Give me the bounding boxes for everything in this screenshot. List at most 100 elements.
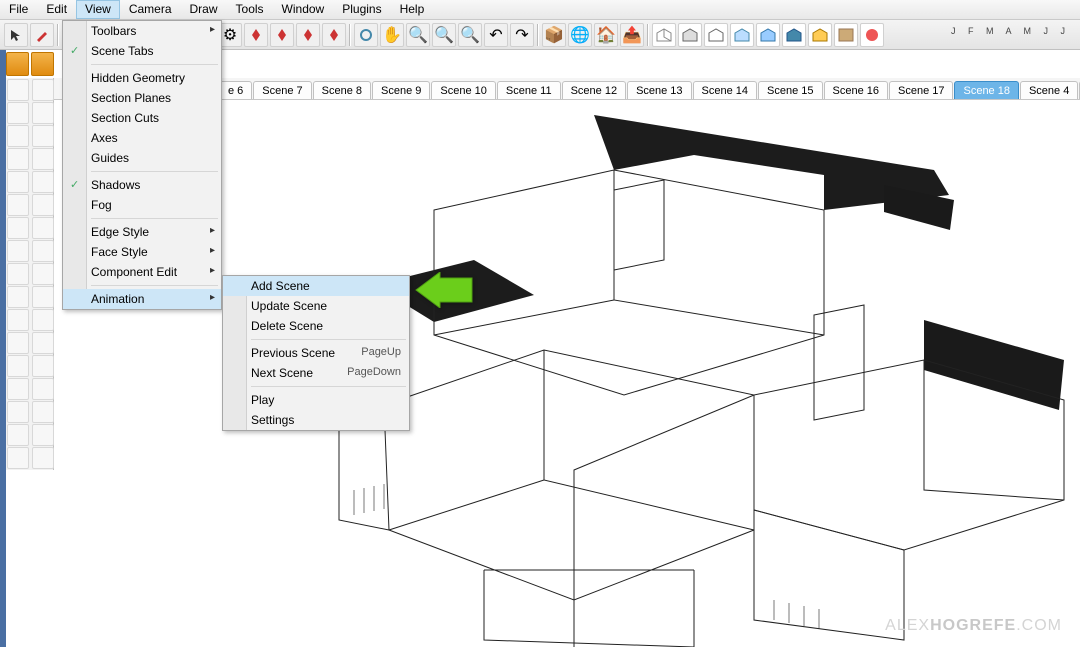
scene-tab[interactable]: Scene 11 xyxy=(497,81,561,99)
select-tool-icon[interactable] xyxy=(4,23,28,47)
zoom-icon[interactable]: 🔍 xyxy=(406,23,430,47)
vt-prev-icon[interactable] xyxy=(32,378,54,400)
compass-c-icon[interactable] xyxy=(296,23,320,47)
menuitem-axes[interactable]: Axes xyxy=(63,128,221,148)
menuitem-play[interactable]: Play xyxy=(223,390,409,410)
style4-icon[interactable] xyxy=(730,23,754,47)
menuitem-update-scene[interactable]: Update Scene xyxy=(223,296,409,316)
vt-rotate-icon[interactable] xyxy=(7,217,29,239)
menuitem-section-cuts[interactable]: Section Cuts xyxy=(63,108,221,128)
menuitem-component-edit[interactable]: Component Edit xyxy=(63,262,221,282)
vt-text-icon[interactable] xyxy=(32,286,54,308)
vt-tape-icon[interactable] xyxy=(7,263,29,285)
hand-icon[interactable]: ✋ xyxy=(380,23,404,47)
scene-tab[interactable]: e 6 xyxy=(219,81,252,99)
zoom-ext-icon[interactable]: 🔍 xyxy=(458,23,482,47)
menuitem-edge-style[interactable]: Edge Style xyxy=(63,222,221,242)
vt-zwin-icon[interactable] xyxy=(32,355,54,377)
style3-icon[interactable] xyxy=(704,23,728,47)
menuitem-section-planes[interactable]: Section Planes xyxy=(63,88,221,108)
vt-zext-icon[interactable] xyxy=(7,378,29,400)
menu-plugins[interactable]: Plugins xyxy=(333,0,390,19)
house-icon[interactable]: 🏠 xyxy=(594,23,618,47)
menuitem-toolbars[interactable]: Toolbars xyxy=(63,21,221,41)
scene-tab[interactable]: Scene 16 xyxy=(824,81,888,99)
vt-erase-icon[interactable] xyxy=(32,102,54,124)
vt-push-icon[interactable] xyxy=(7,194,29,216)
style2-icon[interactable] xyxy=(678,23,702,47)
menu-camera[interactable]: Camera xyxy=(120,0,181,19)
vt-line-icon[interactable] xyxy=(32,79,54,101)
vt-free-icon[interactable] xyxy=(32,171,54,193)
scene-tab[interactable]: Scene 14 xyxy=(693,81,757,99)
style1-icon[interactable] xyxy=(652,23,676,47)
menu-window[interactable]: Window xyxy=(273,0,334,19)
vt-paint-icon[interactable] xyxy=(7,102,29,124)
style6-icon[interactable] xyxy=(782,23,806,47)
menu-draw[interactable]: Draw xyxy=(181,0,227,19)
vt-follow-icon[interactable] xyxy=(32,217,54,239)
scene-tab[interactable]: Scene 8 xyxy=(313,81,371,99)
style5-icon[interactable] xyxy=(756,23,780,47)
menu-file[interactable]: File xyxy=(0,0,37,19)
menuitem-guides[interactable]: Guides xyxy=(63,148,221,168)
component-icon[interactable]: 📦 xyxy=(542,23,566,47)
scene-tab[interactable]: Scene 17 xyxy=(889,81,953,99)
prev-view-icon[interactable]: ↶ xyxy=(484,23,508,47)
scene-tab[interactable]: Scene 9 xyxy=(372,81,430,99)
compass-a-icon[interactable] xyxy=(244,23,268,47)
vt-circle-icon[interactable] xyxy=(7,148,29,170)
orbit-icon[interactable] xyxy=(354,23,378,47)
vt-line2-icon[interactable] xyxy=(32,125,54,147)
vt-pan-icon[interactable] xyxy=(32,332,54,354)
menuitem-settings[interactable]: Settings xyxy=(223,410,409,430)
share-icon[interactable]: 📤 xyxy=(620,23,644,47)
compass-b-icon[interactable] xyxy=(270,23,294,47)
menuitem-previous-scene[interactable]: Previous ScenePageUp xyxy=(223,343,409,363)
vt-walk-icon[interactable] xyxy=(7,424,29,446)
menuitem-delete-scene[interactable]: Delete Scene xyxy=(223,316,409,336)
scene-tab[interactable]: Scene 13 xyxy=(627,81,691,99)
menu-tools[interactable]: Tools xyxy=(227,0,273,19)
next-view-icon[interactable]: ↷ xyxy=(510,23,534,47)
vt-orbit-icon[interactable] xyxy=(7,332,29,354)
vt-sect-icon[interactable] xyxy=(32,424,54,446)
vt-rect-icon[interactable] xyxy=(7,125,29,147)
vt-poly-icon[interactable] xyxy=(7,171,29,193)
scene-tab[interactable]: Scene 12 xyxy=(562,81,626,99)
mini-btn-1[interactable] xyxy=(6,52,29,76)
vt-pos-icon[interactable] xyxy=(7,401,29,423)
vt-iso-icon[interactable] xyxy=(7,447,29,469)
menuitem-face-style[interactable]: Face Style xyxy=(63,242,221,262)
scene-tab[interactable]: Scene 10 xyxy=(431,81,495,99)
menuitem-shadows[interactable]: ✓Shadows xyxy=(63,175,221,195)
vt-comp-icon[interactable] xyxy=(32,447,54,469)
style7-icon[interactable] xyxy=(808,23,832,47)
wh-icon[interactable]: 🌐 xyxy=(568,23,592,47)
mini-btn-2[interactable] xyxy=(31,52,54,76)
vt-scale-icon[interactable] xyxy=(7,240,29,262)
menu-view[interactable]: View xyxy=(76,0,120,19)
menu-help[interactable]: Help xyxy=(391,0,434,19)
scene-tab[interactable]: Scene 7 xyxy=(253,81,311,99)
menuitem-scene-tabs[interactable]: ✓Scene Tabs xyxy=(63,41,221,61)
vt-move-icon[interactable] xyxy=(32,194,54,216)
vt-dim-icon[interactable] xyxy=(32,263,54,285)
menuitem-animation[interactable]: Animation xyxy=(63,289,221,309)
menuitem-add-scene[interactable]: Add Scene xyxy=(223,276,409,296)
scene-tab[interactable]: Scene 4 xyxy=(1020,81,1078,99)
vt-zoom-icon[interactable] xyxy=(7,355,29,377)
zoom-window-icon[interactable]: 🔍 xyxy=(432,23,456,47)
scene-tab[interactable]: Scene 15 xyxy=(758,81,822,99)
vt-3dtext-icon[interactable] xyxy=(32,309,54,331)
vt-arc-icon[interactable] xyxy=(32,148,54,170)
vt-select-icon[interactable] xyxy=(7,79,29,101)
compass-d-icon[interactable] xyxy=(322,23,346,47)
scene-tab-active[interactable]: Scene 18 xyxy=(954,81,1018,99)
menuitem-next-scene[interactable]: Next ScenePageDown xyxy=(223,363,409,383)
vt-offset-icon[interactable] xyxy=(32,240,54,262)
xray-icon[interactable] xyxy=(860,23,884,47)
vt-look-icon[interactable] xyxy=(32,401,54,423)
menuitem-hidden-geometry[interactable]: Hidden Geometry xyxy=(63,68,221,88)
style8-icon[interactable] xyxy=(834,23,858,47)
